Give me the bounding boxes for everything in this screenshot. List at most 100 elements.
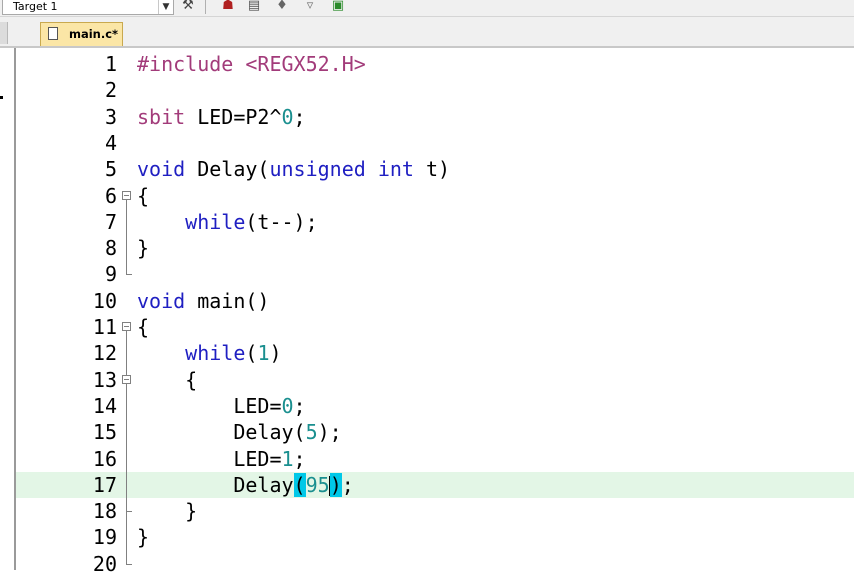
stack-icon[interactable]: ▤ [246,0,262,14]
line-number: 13 [92,367,117,392]
line-number: 6 [104,183,117,208]
code-line[interactable]: 11 { [14,314,854,340]
line-number: 17 [92,472,117,497]
fold-end [126,274,132,276]
code-text: } [137,498,197,524]
tab-strip: main.c* [0,17,854,48]
code-text: } [137,235,149,261]
code-token: 95 [305,472,330,497]
code-line[interactable]: 20 [14,551,854,577]
target-select[interactable]: Target 1 ▼ [2,0,174,15]
line-number: 14 [92,393,117,418]
code-line[interactable]: 10 void main() [14,288,854,314]
line-number: 20 [92,551,117,576]
code-text: LED=0; [137,393,306,419]
line-number: 7 [104,209,117,234]
fold-toggle-icon[interactable] [122,374,131,384]
code-text: LED=1; [137,446,306,472]
code-text: #include <REGX52.H> [137,51,366,77]
line-number: 8 [104,236,117,261]
target-color-icon[interactable]: ▣ [330,0,346,14]
line-number: 1 [104,52,117,76]
code-token: } [137,236,150,261]
code-token: 5 [305,420,318,445]
editor-border [14,48,16,570]
line-number: 19 [92,525,117,550]
code-token: void [137,288,186,313]
code-token: ( [245,341,258,366]
code-line[interactable]: 12 while(1) [14,340,854,366]
code-text: Delay(5); [137,419,342,445]
line-number: 10 [92,288,117,313]
code-text: { [137,314,149,340]
line-number: 9 [104,262,117,287]
code-line[interactable]: 3 sbit LED=P2^0; [14,104,854,130]
code-text: { [137,367,197,393]
panel-edge [0,22,8,44]
dropdown-arrow-icon[interactable]: ▼ [158,0,173,14]
code-line[interactable]: 15 Delay(5); [14,419,854,445]
code-line[interactable]: 9 [14,261,854,287]
panel-marker [0,96,3,99]
code-token: ; [293,104,306,129]
code-token: LED=P2^ [185,104,282,129]
code-token: ); [317,420,342,445]
code-line[interactable]: 14 LED=0; [14,393,854,419]
code-line[interactable]: 4 [14,130,854,156]
code-token: ; [293,393,306,418]
code-line[interactable]: 16 LED=1; [14,446,854,472]
tab-main-c[interactable]: main.c* [40,22,123,46]
line-number: 15 [92,420,117,445]
code-token: t) [413,157,451,182]
filter-icon[interactable]: ▿ [302,0,318,14]
code-token: void [137,157,186,182]
code-token: { [137,183,150,208]
toolbar-separator [205,0,206,14]
code-editor[interactable]: 1 #include <REGX52.H> 2 3 sbit LED=P2^0; 4 5 vo… [14,48,854,576]
code-token: int [377,157,414,182]
code-line[interactable]: 2 [14,77,854,103]
code-token: { [137,315,150,339]
code-line[interactable]: 18 } [14,498,854,524]
code-token: ) [329,472,342,497]
fold-end [126,511,132,513]
fold-toggle-icon[interactable] [122,190,131,200]
code-token: LED= [137,446,282,471]
code-token: 0 [281,393,294,418]
line-number: 2 [104,78,117,103]
tab-label: main.c* [69,27,119,41]
code-token: LED= [137,393,282,418]
code-token: ; [293,446,306,471]
code-text: while(1) [137,340,281,366]
code-text: void Delay(unsigned int t) [137,156,450,182]
code-line[interactable]: 19} [14,524,854,550]
line-number: 4 [104,130,117,155]
code-text: } [137,524,149,550]
options-icon[interactable]: ☗ [220,0,236,14]
code-line[interactable]: 6{ [14,183,854,209]
code-line[interactable]: 17 Delay(95); [14,471,854,499]
line-number: 18 [92,499,117,524]
code-line[interactable]: 8} [14,235,854,261]
code-token: #include <REGX52.H> [137,52,366,76]
fold-toggle-icon[interactable] [122,322,131,331]
code-line[interactable]: 13 { [14,367,854,393]
code-token: sbit [137,104,186,129]
code-line[interactable]: 7 while(t--); [14,209,854,235]
code-line[interactable]: 5 void Delay(unsigned int t) [14,156,854,182]
code-text: { [137,183,149,209]
code-token: Delay( [185,157,270,182]
diamond-icon[interactable]: ♦ [274,0,290,14]
code-text: Delay(95); [137,472,354,498]
code-token: main() [185,288,270,313]
code-token: Delay( [137,420,306,445]
build-wand-icon[interactable]: ⚒ [180,0,196,14]
code-token: 1 [281,446,294,471]
line-number: 12 [92,341,117,366]
code-token: } [137,525,150,550]
toolbar: Target 1 ▼ ⚒ ☗ ▤ ♦ ▿ ▣ [0,0,854,17]
code-line[interactable]: 1 #include <REGX52.H> [14,51,854,77]
